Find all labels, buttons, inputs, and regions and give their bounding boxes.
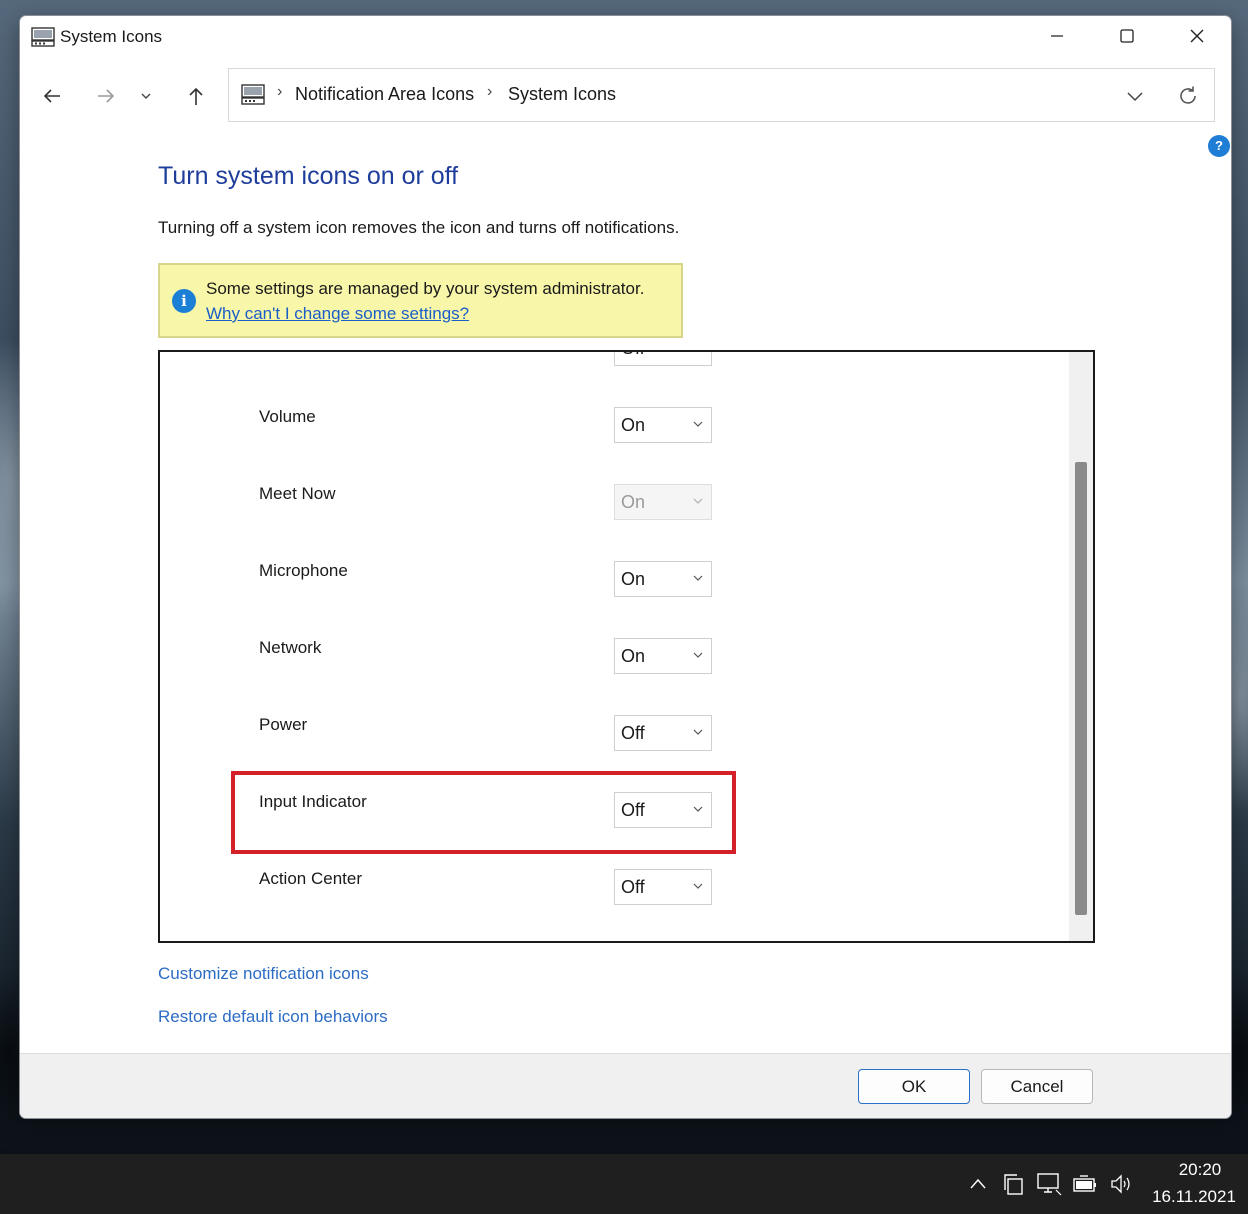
admin-notice-text: Some settings are managed by your system… xyxy=(206,279,645,298)
chevron-down-icon xyxy=(693,729,703,735)
taskbar: 20:20 16.11.2021 xyxy=(0,1154,1248,1214)
battery-icon xyxy=(1073,1175,1096,1192)
window-title: System Icons xyxy=(60,27,163,46)
back-arrow-icon xyxy=(43,89,60,103)
list-item-volume: Volume On xyxy=(160,407,1060,484)
icon-label: Microphone xyxy=(259,561,348,580)
restore-default-icon-behaviors-link[interactable]: Restore default icon behaviors xyxy=(158,1007,388,1027)
icon-behavior-select[interactable]: Off xyxy=(614,350,712,366)
breadcrumb-system-icons[interactable]: System Icons xyxy=(508,84,616,105)
chevron-down-icon xyxy=(693,652,703,658)
address-history-button[interactable] xyxy=(1121,83,1149,109)
why-cant-change-link[interactable]: Why can't I change some settings? xyxy=(206,304,469,324)
icon-label: Power xyxy=(259,715,308,734)
clock-date[interactable]: 16.11.2021 xyxy=(1144,1187,1244,1207)
cancel-button[interactable]: Cancel xyxy=(981,1069,1093,1104)
customize-notification-icons-link[interactable]: Customize notification icons xyxy=(158,964,369,984)
breadcrumb-separator: › xyxy=(277,83,283,100)
select-value: On xyxy=(621,569,646,589)
list-item-partial: Off xyxy=(160,350,1060,407)
show-hidden-icons-button[interactable] xyxy=(964,1170,992,1198)
action-center-select[interactable]: Off xyxy=(614,869,712,905)
list-item-meet-now: Meet Now On xyxy=(160,484,1060,561)
list-item-network: Network On xyxy=(160,638,1060,715)
navigation-bar: › Notification Area Icons › System Icons xyxy=(20,68,1231,122)
forward-arrow-icon xyxy=(98,89,115,103)
maximize-button[interactable] xyxy=(1092,16,1162,56)
recent-locations-button[interactable] xyxy=(133,78,159,114)
minimize-icon xyxy=(1051,35,1063,37)
battery-tray-button[interactable] xyxy=(1071,1170,1099,1198)
task-view-icon xyxy=(1004,1174,1023,1195)
breadcrumb-notification-area-icons[interactable]: Notification Area Icons xyxy=(295,84,474,105)
input-indicator-highlight xyxy=(231,771,736,854)
show-hidden-icons-icon xyxy=(970,1178,986,1189)
network-icon xyxy=(1037,1173,1062,1196)
system-icons-list: Off Volume On Meet Now On Microphone On xyxy=(158,350,1095,943)
chevron-down-icon xyxy=(1127,92,1143,102)
volume-tray-button[interactable] xyxy=(1107,1170,1135,1198)
network-select[interactable]: On xyxy=(614,638,712,674)
admin-notice: i Some settings are managed by your syst… xyxy=(158,263,683,338)
chevron-down-icon xyxy=(693,421,703,427)
power-select[interactable]: Off xyxy=(614,715,712,751)
chevron-down-icon xyxy=(693,883,703,889)
select-value: Off xyxy=(621,723,645,743)
network-tray-button[interactable] xyxy=(1035,1170,1063,1198)
breadcrumb-separator[interactable]: › xyxy=(487,83,492,101)
select-value: Off xyxy=(621,877,645,897)
page-title: Turn system icons on or off xyxy=(158,162,459,190)
task-view-button[interactable] xyxy=(999,1170,1027,1198)
ok-button[interactable]: OK xyxy=(858,1069,970,1104)
close-button[interactable] xyxy=(1162,16,1231,56)
chevron-down-icon xyxy=(691,350,705,354)
up-button[interactable] xyxy=(178,78,214,114)
list-scrollbar[interactable] xyxy=(1069,352,1093,941)
refresh-icon xyxy=(1180,86,1196,104)
chevron-down-icon xyxy=(693,498,703,504)
recent-locations-icon xyxy=(141,93,151,99)
maximize-icon xyxy=(1120,29,1134,43)
back-button[interactable] xyxy=(34,78,70,114)
icon-label: Meet Now xyxy=(259,484,336,503)
meet-now-select: On xyxy=(614,484,712,520)
select-value: On xyxy=(621,646,646,666)
info-icon: i xyxy=(172,289,196,313)
minimize-button[interactable] xyxy=(1022,16,1092,56)
volume-select[interactable]: On xyxy=(614,407,712,443)
list-item-action-center: Action Center Off xyxy=(160,869,1060,941)
dialog-footer: OK Cancel xyxy=(20,1053,1231,1118)
refresh-button[interactable] xyxy=(1173,81,1203,111)
up-arrow-icon xyxy=(189,87,203,105)
page-description: Turning off a system icon removes the ic… xyxy=(158,218,680,237)
icon-label: Network xyxy=(259,638,322,657)
address-bar[interactable]: › Notification Area Icons › System Icons xyxy=(228,68,1215,122)
select-value: On xyxy=(621,492,646,512)
system-icons-window: System Icons › Notification Area Icons ›… xyxy=(19,15,1232,1119)
volume-icon xyxy=(1111,1174,1130,1194)
chevron-down-icon xyxy=(693,575,703,581)
title-bar: System Icons xyxy=(20,16,1231,60)
forward-button[interactable] xyxy=(88,78,124,114)
select-value: On xyxy=(621,415,646,435)
scrollbar-thumb[interactable] xyxy=(1075,462,1087,915)
microphone-select[interactable]: On xyxy=(614,561,712,597)
help-button[interactable]: ? xyxy=(1208,135,1230,157)
icon-label: Action Center xyxy=(259,869,362,888)
list-item-microphone: Microphone On xyxy=(160,561,1060,638)
control-panel-icon xyxy=(31,27,55,47)
icon-label: Volume xyxy=(259,407,316,426)
select-value: Off xyxy=(621,352,645,359)
control-panel-icon xyxy=(241,84,265,106)
close-icon xyxy=(1190,29,1204,43)
clock-time[interactable]: 20:20 xyxy=(1160,1160,1240,1180)
